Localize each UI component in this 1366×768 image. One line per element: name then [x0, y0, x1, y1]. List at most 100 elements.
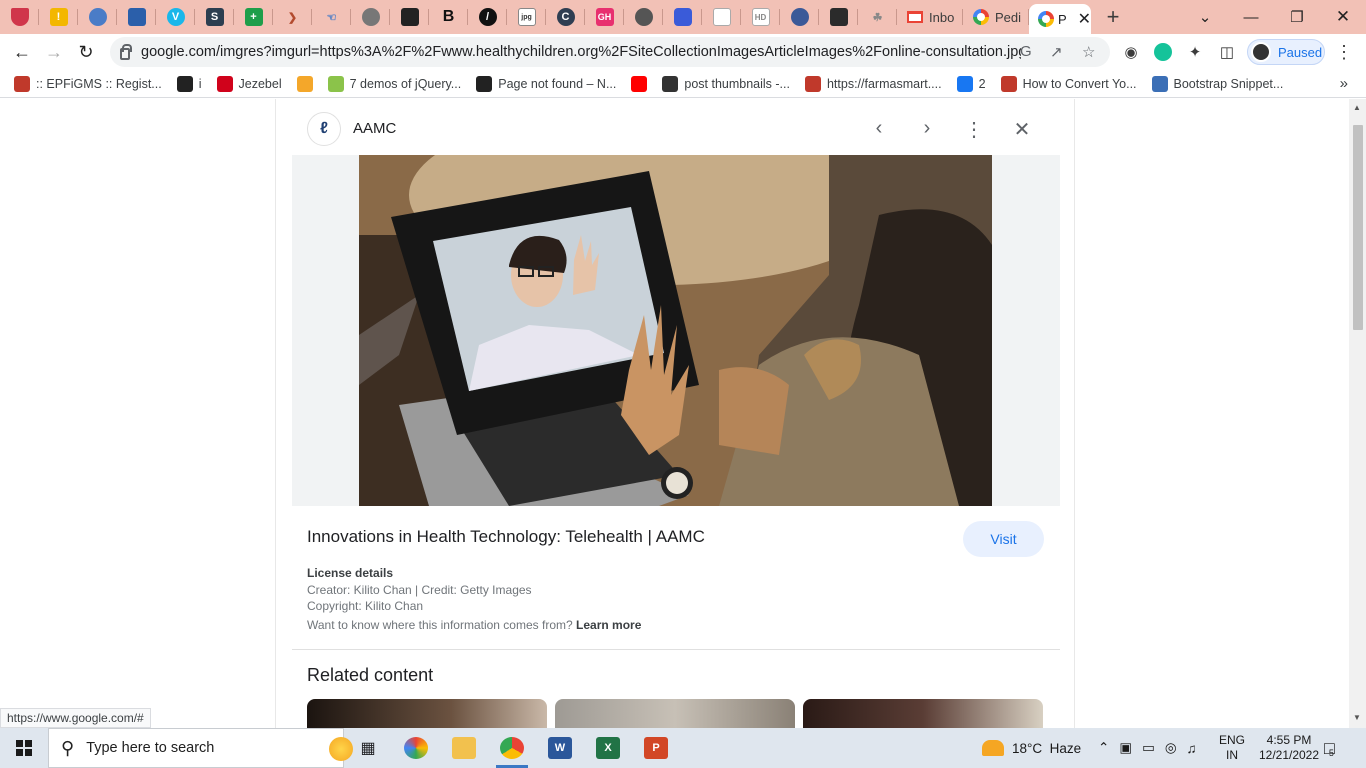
tab-pinned-7[interactable]: + [234, 0, 273, 34]
taskbar-app-word[interactable]: W [536, 728, 584, 768]
tab-pinned-1[interactable] [0, 0, 39, 34]
reload-button[interactable]: ↻ [70, 36, 102, 68]
camera-icon[interactable]: ◉ [1121, 42, 1141, 62]
bookmark-item[interactable]: post thumbnails -... [662, 75, 790, 92]
tab-pinned-14[interactable]: jpg [507, 0, 546, 34]
start-button[interactable] [0, 728, 48, 768]
minimize-button[interactable]: — [1228, 0, 1274, 34]
bookmark-item[interactable]: Page not found – N... [476, 75, 616, 92]
bookmark-item[interactable]: :: EPFiGMS :: Regist... [14, 75, 162, 92]
tab-search-button[interactable]: ⌄ [1182, 0, 1228, 34]
tab-pinned-23[interactable]: ☘ [858, 0, 897, 34]
clock[interactable]: 4:55 PM 12/21/2022 [1256, 728, 1322, 768]
tab-pinned-2[interactable]: ! [39, 0, 78, 34]
taskbar-app-photos[interactable] [392, 728, 440, 768]
tab-pinned-13[interactable]: / [468, 0, 507, 34]
tab-pinned-6[interactable]: S [195, 0, 234, 34]
menu-kebab-icon[interactable]: ⋮ [1334, 42, 1354, 62]
picture-icon [127, 8, 146, 26]
bookmark-star-icon[interactable]: ☆ [1082, 43, 1095, 61]
related-thumbnail-1[interactable] [307, 699, 547, 728]
close-window-button[interactable]: ✕ [1320, 0, 1366, 34]
image-title[interactable]: Innovations in Health Technology: Telehe… [307, 527, 705, 547]
related-thumbnail-2[interactable] [555, 699, 795, 728]
telehealth-photo[interactable] [359, 155, 992, 506]
back-button[interactable]: ← [6, 36, 38, 68]
tab-pinned-20[interactable]: HD [741, 0, 780, 34]
related-thumbnail-3[interactable] [803, 699, 1043, 728]
forward-button[interactable]: → [38, 36, 70, 68]
tab-gmail[interactable]: Inbo [897, 0, 963, 34]
bookmark-item[interactable]: Bootstrap Snippet... [1151, 75, 1283, 92]
language-indicator[interactable]: ENG IN [1219, 728, 1245, 768]
share-icon[interactable]: ↗ [1050, 43, 1063, 61]
taskbar-app-explorer[interactable] [440, 728, 488, 768]
extensions-puzzle-icon[interactable]: ✦ [1185, 42, 1205, 62]
chevron-up-icon[interactable]: ⌃ [1098, 740, 1109, 756]
bookmark-item[interactable]: Jezebel [216, 75, 282, 92]
tab-pinned-17[interactable] [624, 0, 663, 34]
bookmark-item[interactable]: 2 [956, 75, 986, 92]
clock-time: 4:55 PM [1266, 733, 1312, 747]
tab-pinned-21[interactable] [780, 0, 819, 34]
taskbar-app-excel[interactable]: X [584, 728, 632, 768]
tab-pedi[interactable]: Pedi [963, 0, 1029, 34]
bookmark-item[interactable] [296, 75, 313, 92]
scroll-down-icon[interactable]: ▼ [1353, 713, 1361, 722]
wifi-icon[interactable]: ◎ [1165, 740, 1177, 756]
side-panel-icon[interactable]: ◫ [1217, 42, 1237, 62]
grammarly-icon[interactable] [1153, 42, 1173, 62]
scrollbar-thumb[interactable] [1353, 125, 1363, 330]
chevron-right-icon[interactable]: › [915, 117, 939, 140]
tab-pinned-22[interactable] [819, 0, 858, 34]
tab-pinned-15[interactable]: C [546, 0, 585, 34]
visit-button[interactable]: Visit [963, 521, 1044, 557]
aamc-logo-icon[interactable]: ℓ [307, 112, 341, 146]
weather-widget[interactable]: 18°C Haze [982, 728, 1081, 768]
tab-pinned-12[interactable]: B [429, 0, 468, 34]
learn-more-link[interactable]: Learn more [576, 618, 641, 632]
more-bookmarks-icon[interactable]: » [1340, 75, 1348, 92]
profile-button[interactable]: Paused [1247, 39, 1325, 65]
taskbar-app-powerpoint[interactable]: P [632, 728, 680, 768]
tab-pinned-9[interactable]: ☜ [312, 0, 351, 34]
taskbar-app-chrome[interactable] [488, 728, 536, 768]
taskbar-search[interactable]: ⚲ Type here to search [48, 728, 353, 768]
page-content: ℓ AAMC ‹ › ⋮ ✕ Innovations in Health Tec… [0, 99, 1366, 728]
close-tab-icon[interactable]: ✕ [1078, 9, 1091, 29]
more-options-icon[interactable]: ⋮ [962, 117, 986, 142]
tab-pinned-16[interactable]: GH [585, 0, 624, 34]
bookmarks-bar: :: EPFiGMS :: Regist... i Jezebel 7 demos o… [0, 70, 1366, 98]
task-view-button[interactable]: ▦ [344, 728, 392, 768]
tab-pinned-4[interactable] [117, 0, 156, 34]
scrollbar[interactable]: ▲ ▼ [1349, 99, 1366, 728]
tab-pinned-3[interactable] [78, 0, 117, 34]
chevron-left-icon[interactable]: ‹ [867, 117, 891, 140]
bookmark-item[interactable]: How to Convert Yo... [1000, 75, 1137, 92]
url-text[interactable]: google.com/imgres?imgurl=https%3A%2F%2Fw… [141, 44, 1021, 60]
tab-pinned-18[interactable] [663, 0, 702, 34]
bookmark-item[interactable]: 7 demos of jQuery... [327, 75, 461, 92]
tab-pinned-19[interactable] [702, 0, 741, 34]
battery-icon[interactable]: ▭ [1142, 740, 1155, 756]
bookmark-item[interactable]: i [176, 75, 202, 92]
bookmark-item[interactable]: https://farmasmart.... [804, 75, 942, 92]
youtube-icon [631, 75, 648, 92]
new-tab-button[interactable]: + [1095, 0, 1131, 34]
tab-pinned-10[interactable] [351, 0, 390, 34]
close-icon[interactable]: ✕ [1010, 117, 1034, 142]
google-lens-icon[interactable]: G [1020, 43, 1032, 60]
volume-icon[interactable]: ♫ [1187, 741, 1197, 756]
tab-pinned-11[interactable] [390, 0, 429, 34]
tab-pinned-5[interactable]: V [156, 0, 195, 34]
bookmark-item[interactable] [631, 75, 648, 92]
tab-pinned-8[interactable]: ❯ [273, 0, 312, 34]
tab-active[interactable]: P ✕ [1029, 4, 1091, 34]
restore-button[interactable]: ❐ [1274, 0, 1320, 34]
meet-now-icon[interactable]: ▣ [1119, 740, 1132, 756]
notifications-button[interactable]: □ 5 [1324, 728, 1335, 768]
address-bar[interactable]: google.com/imgres?imgurl=https%3A%2F%2Fw… [110, 37, 1110, 67]
bookmark-label: Jezebel [238, 76, 282, 91]
scroll-up-icon[interactable]: ▲ [1353, 103, 1361, 112]
site-name[interactable]: AAMC [353, 120, 396, 137]
